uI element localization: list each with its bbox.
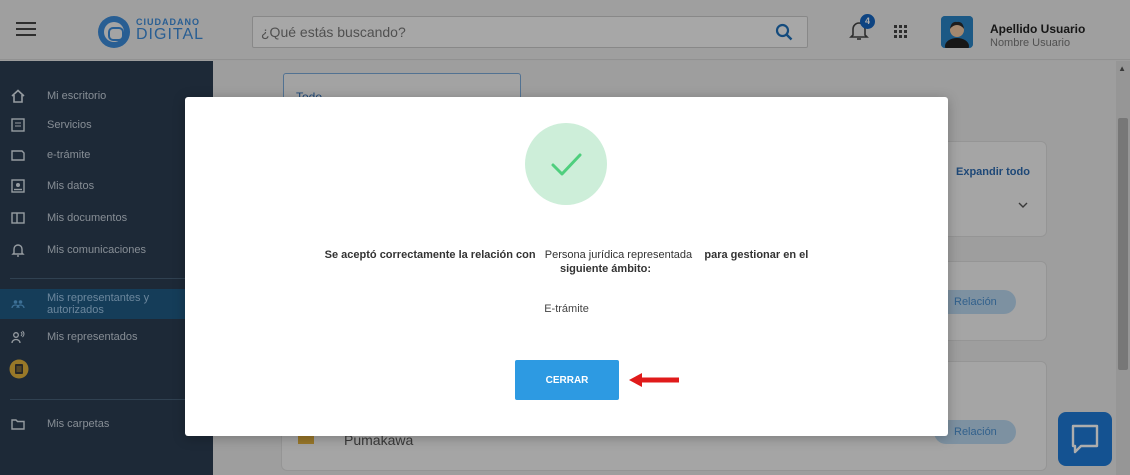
dialog-entity: Persona jurídica representada <box>544 249 693 261</box>
dialog-message: Se aceptó correctamente la relación con … <box>185 249 948 275</box>
confirmation-dialog: Se aceptó correctamente la relación con … <box>185 97 948 436</box>
red-arrow-icon <box>629 373 679 387</box>
dialog-scope: E-trámite <box>544 303 589 315</box>
dialog-message-part1: Se aceptó correctamente la relación con <box>324 249 536 261</box>
dialog-message-part2: para gestionar en el <box>704 249 809 261</box>
checkmark-icon <box>551 153 582 176</box>
success-circle <box>525 123 607 205</box>
close-button[interactable]: CERRAR <box>515 360 619 400</box>
dialog-message-part3: siguiente ámbito: <box>559 263 652 275</box>
